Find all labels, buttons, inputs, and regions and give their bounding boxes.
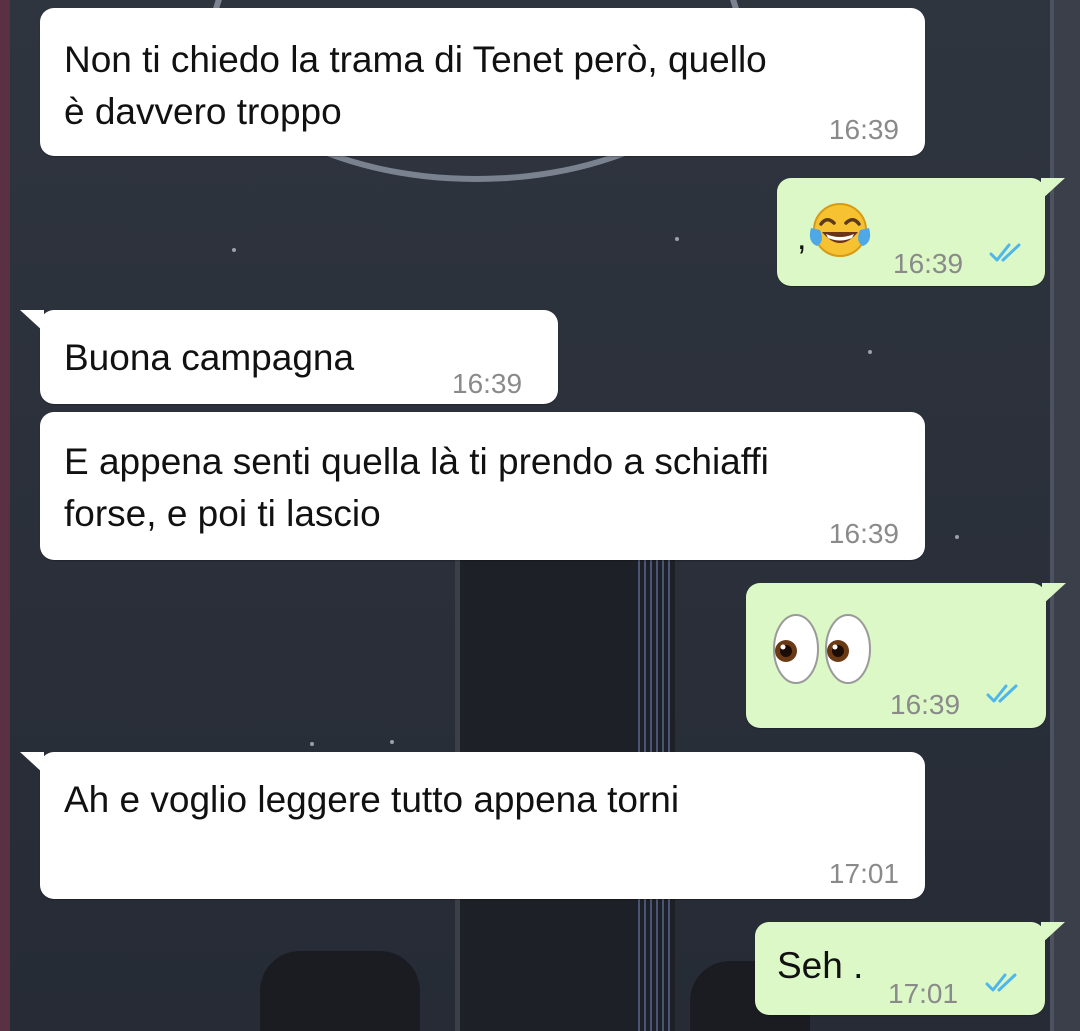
message-text: Seh . [777,945,864,986]
message-timestamp: 16:39 [893,248,964,279]
message-text: Non ti chiedo la trama di Tenet però, qu… [64,34,767,138]
wallpaper-rock [260,951,420,1031]
face-with-tears-of-joy-icon [809,203,871,257]
incoming-message[interactable]: Buona campagna 16:39 [20,310,558,404]
incoming-message[interactable]: Non ti chiedo la trama di Tenet però, qu… [40,8,925,156]
wallpaper-star [310,742,314,746]
message-timestamp: 17:01 [888,978,959,1009]
message-timestamp: 16:39 [890,689,961,720]
message-timestamp: 16:39 [828,518,899,549]
outgoing-message[interactable]: 16:39 [746,583,1066,728]
message-timestamp: 17:01 [828,858,899,889]
double-check-read-icon [985,973,1017,992]
message-text-line: è davvero troppo [64,91,342,132]
message-timestamp: 16:39 [828,114,899,145]
message-text-line: Non ti chiedo la trama di Tenet però, qu… [64,39,767,80]
wallpaper-star [955,535,959,539]
message-text-line: forse, e poi ti lascio [64,493,381,534]
incoming-message[interactable]: Ah e voglio leggere tutto appena torni 1… [20,752,925,899]
double-check-read-icon [989,243,1021,262]
wallpaper-star [868,350,872,354]
wallpaper-frame [1050,0,1080,1031]
eyes-icon [773,614,871,684]
message-text: , [797,219,807,257]
message-timestamp: 16:39 [452,368,523,399]
wallpaper-star [390,740,394,744]
wallpaper-star [675,237,679,241]
outgoing-message[interactable]: Seh . 17:01 [755,922,1065,1015]
message-text: E appena senti quella là ti prendo a sch… [64,436,769,540]
message-text-line: E appena senti quella là ti prendo a sch… [64,441,769,482]
message-text: Buona campagna [64,337,355,378]
outgoing-message[interactable]: , 16:39 [777,178,1065,286]
message-text: Ah e voglio leggere tutto appena torni [64,779,680,820]
double-check-read-icon [986,684,1018,703]
incoming-message[interactable]: E appena senti quella là ti prendo a sch… [40,412,925,560]
wallpaper-star [232,248,236,252]
